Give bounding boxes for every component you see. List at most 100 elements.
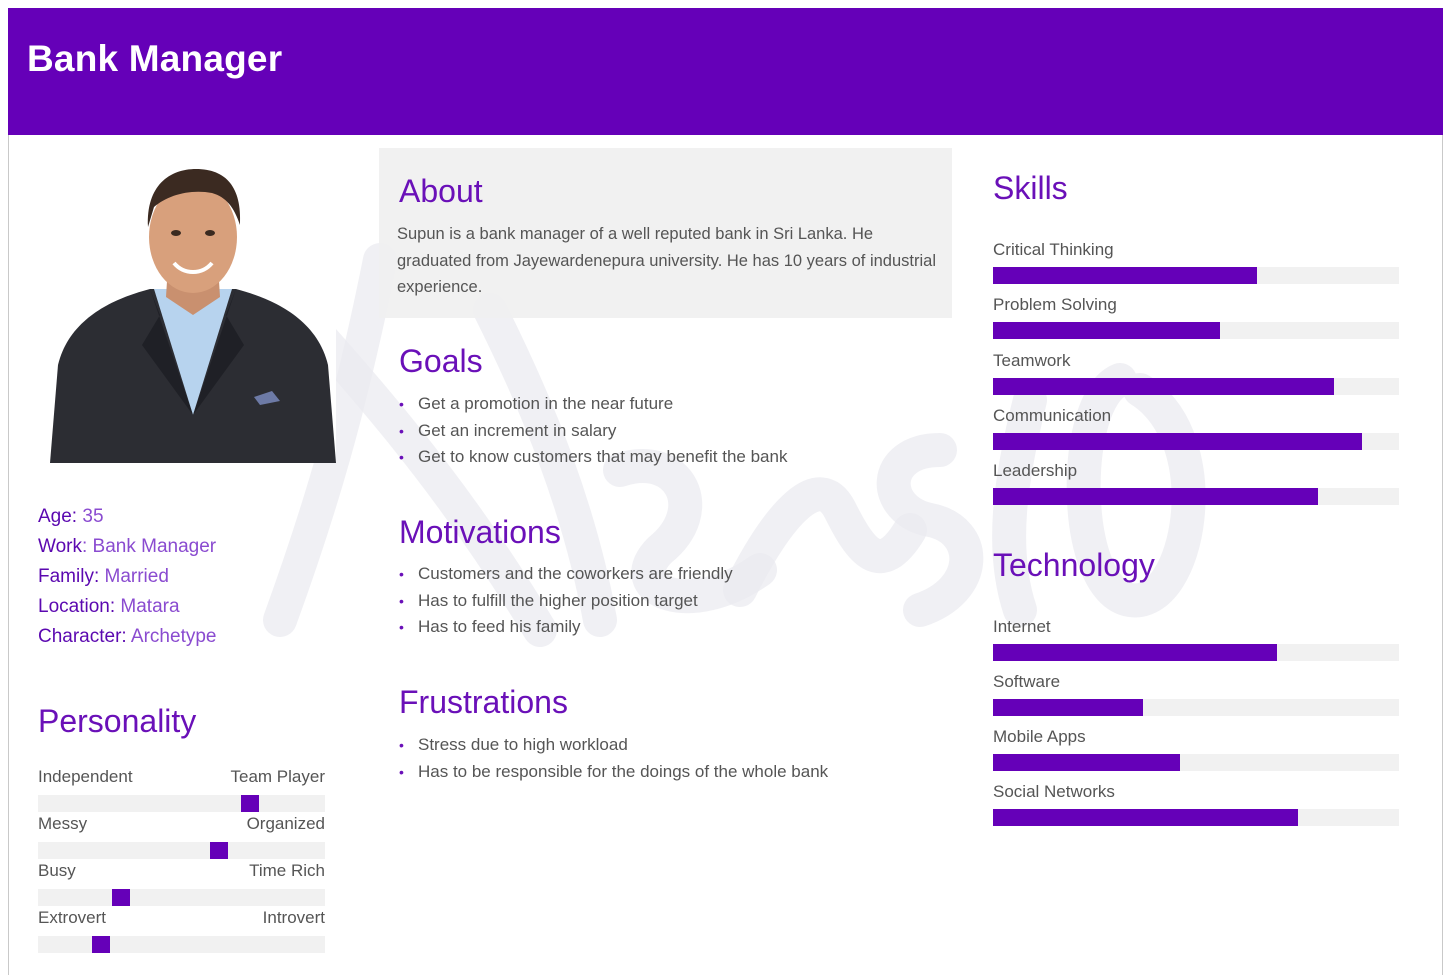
skill-bar: Leadership (993, 460, 1399, 505)
motivations-list: • Customers and the coworkers are friendl… (399, 561, 733, 641)
trait-left-label: Extrovert (38, 908, 107, 927)
technology-label: Mobile Apps (993, 727, 1086, 746)
bar-track (993, 322, 1399, 339)
list-item: • Get a promotion in the near future (399, 391, 787, 418)
skill-label: Problem Solving (993, 295, 1117, 314)
info-family-value: Married (99, 566, 169, 587)
bar-track (993, 699, 1399, 716)
bar-track (993, 488, 1399, 505)
info-character-key: Character: (38, 626, 127, 647)
info-work-key: Work (38, 536, 82, 557)
list-item-text: Has to feed his family (418, 617, 581, 636)
profile-photo (50, 165, 336, 463)
list-item: • Stress due to high workload (399, 732, 828, 759)
bullet-icon: • (399, 566, 404, 582)
bar-fill (993, 433, 1363, 450)
about-title: About (399, 173, 483, 209)
info-work: Work: Bank Manager (38, 532, 216, 562)
skill-label: Leadership (993, 461, 1078, 480)
personality-title: Personality (38, 703, 197, 739)
header-banner: Bank Manager (8, 8, 1443, 135)
skill-label: Communication (993, 406, 1112, 425)
list-item: • Has to be responsible for the doings of… (399, 759, 828, 786)
technology-bar: Internet (993, 616, 1399, 661)
trait-left-label: Messy (38, 814, 88, 833)
bar-track (993, 433, 1399, 450)
technology-title: Technology (993, 547, 1155, 583)
list-item: • Get an increment in salary (399, 418, 787, 445)
bar-fill (993, 488, 1318, 505)
technology-label: Software (993, 672, 1061, 691)
bar-fill (993, 267, 1257, 284)
info-family: Family: Married (38, 562, 216, 592)
bullet-icon: • (399, 592, 404, 609)
bar-fill (993, 378, 1335, 395)
bar-fill (993, 754, 1180, 771)
trait-slider: Extrovert Introvert (38, 907, 325, 953)
technology-label: Social Networks (993, 782, 1115, 801)
list-item: • Has to feed his family (399, 614, 733, 641)
info-work-value: : Bank Manager (81, 536, 217, 557)
info-age: Age: 35 (38, 502, 216, 532)
info-character-value: Archetype (126, 626, 217, 647)
profile-info: Age: 35 Work: Bank Manager Family: Marri… (38, 502, 216, 652)
trait-marker (92, 936, 111, 953)
trait-left-label: Independent (38, 767, 133, 786)
trait-slider: Busy Time Rich (38, 860, 325, 906)
skill-bar: Communication (993, 405, 1399, 450)
trait-slider: Independent Team Player (38, 766, 325, 812)
info-age-value: 35 (77, 506, 104, 527)
trait-right-label: Time Rich (249, 861, 325, 880)
skill-label: Teamwork (993, 351, 1071, 370)
bar-fill (993, 322, 1221, 339)
skill-bar: Critical Thinking (993, 239, 1399, 284)
bar-track (993, 267, 1399, 284)
technology-bar: Social Networks (993, 781, 1399, 826)
bullet-icon: • (399, 619, 404, 635)
skills-title: Skills (993, 170, 1068, 206)
trait-marker (112, 889, 131, 906)
bullet-icon: • (399, 737, 404, 753)
bar-fill (993, 644, 1278, 661)
trait-track (38, 889, 325, 906)
trait-right-label: Introvert (262, 908, 325, 927)
list-item: • Has to fulfill the higher position targ… (399, 588, 733, 615)
list-item: • Customers and the coworkers are friendl… (399, 561, 733, 588)
bar-track (993, 809, 1399, 826)
technology-bar: Software (993, 671, 1399, 716)
frustrations-title: Frustrations (399, 684, 568, 720)
bar-track (993, 754, 1399, 771)
list-item: • Get to know customers that may benefit … (399, 444, 787, 471)
info-location-value: Matara (115, 596, 180, 617)
skill-bar: Problem Solving (993, 294, 1399, 339)
bar-track (993, 644, 1399, 661)
list-item-text: Get a promotion in the near future (418, 394, 674, 413)
info-location: Location: Matara (38, 592, 216, 622)
goals-title: Goals (399, 343, 483, 379)
list-item-text: Get an increment in salary (418, 420, 617, 440)
bullet-icon: • (399, 422, 404, 439)
technology-bar: Mobile Apps (993, 726, 1399, 771)
info-age-key: Age: (38, 506, 78, 527)
bar-fill (993, 699, 1144, 716)
technology-label: Internet (993, 617, 1051, 636)
trait-track (38, 936, 325, 953)
goals-list: • Get a promotion in the near future • Get… (399, 391, 787, 471)
info-character: Character: Archetype (38, 622, 216, 652)
motivations-title: Motivations (399, 514, 561, 550)
list-item-text: Has to fulfill the higher position targe… (418, 590, 698, 610)
frustrations-list: • Stress due to high workload • Has to be … (399, 732, 828, 785)
info-family-key: Family: (38, 566, 100, 587)
trait-left-label: Busy (38, 861, 76, 880)
page-title: Bank Manager (27, 38, 283, 79)
list-item-text: Has to be responsible for the doings of … (418, 761, 829, 781)
bar-track (993, 378, 1399, 395)
trait-marker (241, 795, 260, 812)
trait-track (38, 842, 325, 859)
skill-label: Critical Thinking (993, 240, 1114, 259)
bar-fill (993, 809, 1298, 826)
about-text: Supun is a bank manager of a well repute… (397, 225, 936, 296)
list-item-text: Get to know customers that may benefit t… (418, 447, 788, 466)
trait-slider: Messy Organized (38, 813, 325, 859)
trait-track (38, 795, 325, 812)
